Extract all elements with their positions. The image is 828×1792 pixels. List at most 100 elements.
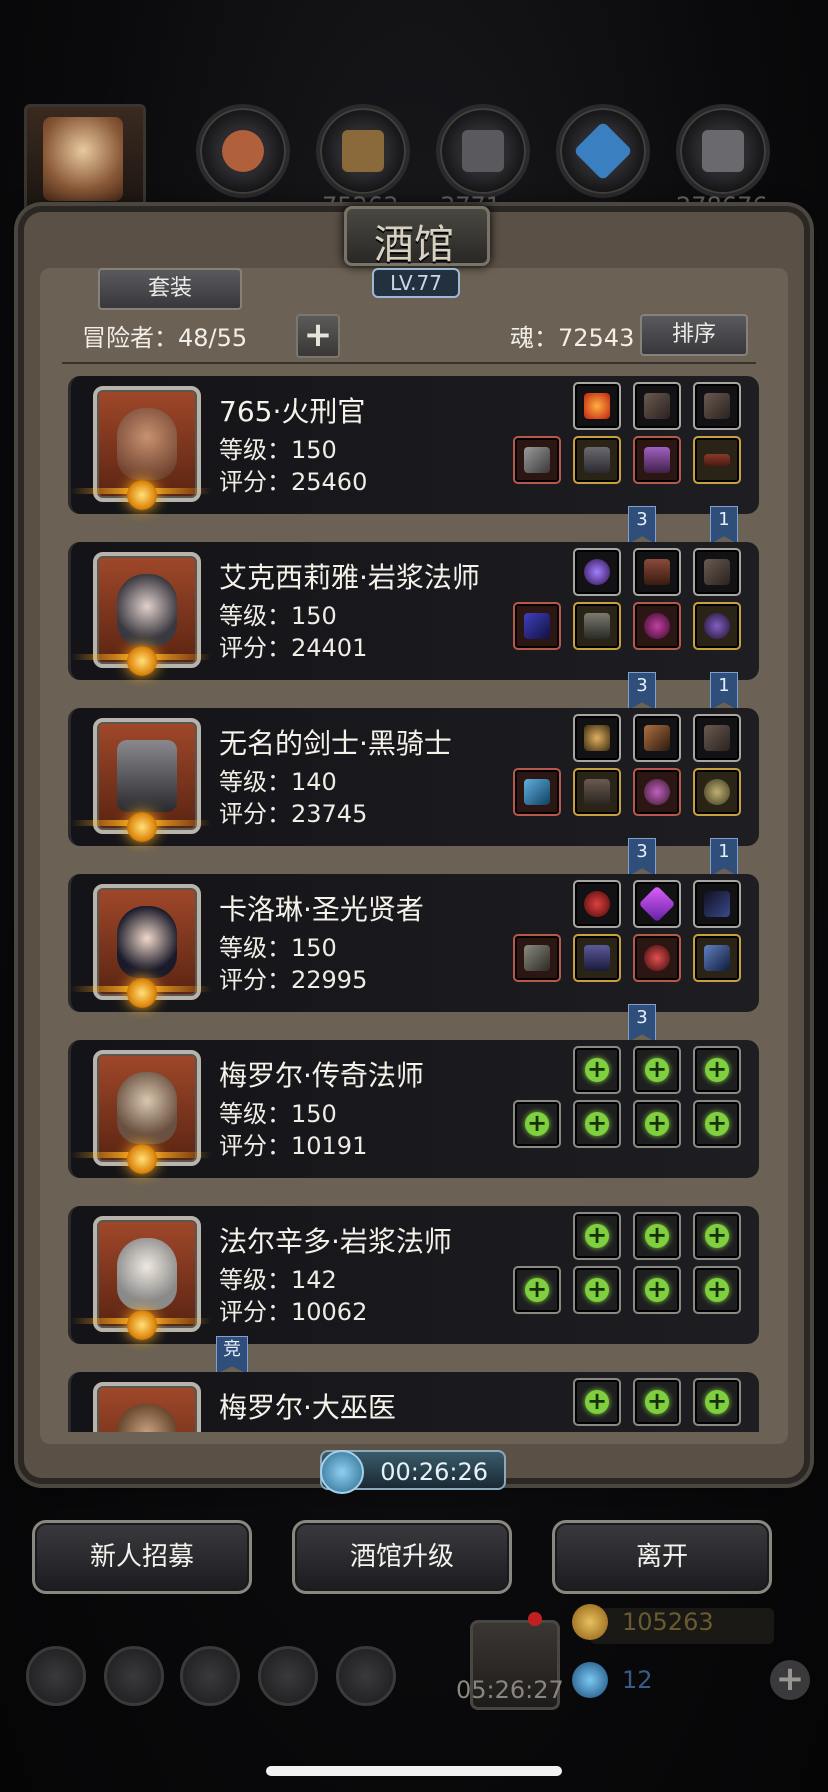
purple-orb-icon xyxy=(584,559,610,585)
empty-equip-slot[interactable] xyxy=(693,1266,741,1314)
equip-slot-armor-icon[interactable] xyxy=(573,436,621,484)
leave-button[interactable]: 离开 xyxy=(552,1520,772,1594)
add-equip-icon xyxy=(645,1221,669,1249)
empty-equip-slot[interactable] xyxy=(693,1100,741,1148)
hero-card[interactable]: 艾克西莉雅·岩浆法师 等级：150 评分：24401 xyxy=(68,542,759,680)
hero-face xyxy=(117,740,177,812)
equip-slot-axe-icon[interactable] xyxy=(513,436,561,484)
empty-equip-slot[interactable] xyxy=(633,1266,681,1314)
add-adventurer-button[interactable]: + xyxy=(296,314,340,358)
hero-level: 等级：150 xyxy=(219,1100,337,1128)
equip-slot-bow-icon[interactable] xyxy=(693,880,741,928)
shield-icon xyxy=(704,779,730,805)
pendant-icon xyxy=(704,613,730,639)
hero-name: 梅罗尔·传奇法师 xyxy=(219,1059,424,1092)
resource-wood-icon[interactable] xyxy=(316,104,410,198)
add-currency-button[interactable]: + xyxy=(770,1660,810,1700)
hero-face xyxy=(117,906,177,978)
equip-slot-feather-icon[interactable] xyxy=(693,382,741,430)
equip-slot-feather-icon[interactable] xyxy=(693,548,741,596)
equip-slot-amulet-icon[interactable] xyxy=(633,768,681,816)
home-indicator[interactable] xyxy=(266,1766,562,1776)
notification-dot xyxy=(528,1612,542,1626)
upgrade-tavern-button[interactable]: 酒馆升级 xyxy=(292,1520,512,1594)
empty-equip-slot[interactable] xyxy=(693,1046,741,1094)
feather-icon xyxy=(644,393,670,419)
hero-score: 评分：24401 xyxy=(219,634,368,662)
codex-icon[interactable] xyxy=(180,1646,240,1706)
add-equip-icon xyxy=(705,1387,729,1415)
rank-emblem-icon xyxy=(127,1310,157,1340)
hero-card[interactable]: 法尔辛多·岩浆法师 等级：142 评分：10062 xyxy=(68,1206,759,1344)
sort-button[interactable]: 排序 xyxy=(640,314,748,356)
equip-slot-spear-icon[interactable] xyxy=(633,714,681,762)
empty-equip-slot[interactable] xyxy=(693,1378,741,1426)
empty-equip-slot[interactable] xyxy=(573,1100,621,1148)
equip-slot-shield-icon[interactable] xyxy=(693,768,741,816)
empty-equip-slot[interactable] xyxy=(513,1100,561,1148)
equip-slot-gauntlet-icon[interactable] xyxy=(633,548,681,596)
hero-card[interactable]: 卡洛琳·圣光贤者 等级：150 评分：22995 xyxy=(68,874,759,1012)
equip-slot-feather-icon[interactable] xyxy=(693,714,741,762)
empty-equip-slot[interactable] xyxy=(633,1046,681,1094)
equip-slot-fire-orb-icon[interactable] xyxy=(573,382,621,430)
rank-emblem-icon xyxy=(127,480,157,510)
equip-slot-hood-icon[interactable] xyxy=(633,436,681,484)
empty-equip-slot[interactable] xyxy=(573,1378,621,1426)
set-button[interactable]: 套装 xyxy=(98,268,242,310)
potion-icon xyxy=(584,891,610,917)
hero-score: 评分：23745 xyxy=(219,800,368,828)
hero-card[interactable]: 梅罗尔·传奇法师 等级：150 评分：10191 xyxy=(68,1040,759,1178)
empty-equip-slot[interactable] xyxy=(573,1212,621,1260)
resource-crystal-icon[interactable] xyxy=(556,104,650,198)
equip-slot-potion-icon[interactable] xyxy=(573,880,621,928)
hero-card[interactable]: 无名的剑士·黑骑士 等级：140 评分：23745 xyxy=(68,708,759,846)
empty-equip-slot[interactable] xyxy=(633,1212,681,1260)
add-equip-icon xyxy=(705,1275,729,1303)
equip-slot-gem-icon[interactable] xyxy=(633,880,681,928)
equip-slot-chest-icon[interactable] xyxy=(573,768,621,816)
hero-card[interactable]: 765·火刑官 等级：150 评分：25460 xyxy=(68,376,759,514)
equip-slot-feather-icon[interactable] xyxy=(633,382,681,430)
meat-icon xyxy=(222,130,264,172)
resource-meat-icon[interactable] xyxy=(196,104,290,198)
equip-slot-amulet-icon[interactable] xyxy=(633,602,681,650)
recruit-button[interactable]: 新人招募 xyxy=(32,1520,252,1594)
equip-slot-belt-icon[interactable] xyxy=(693,436,741,484)
settings-gear-icon[interactable] xyxy=(26,1646,86,1706)
hero-list[interactable]: 765·火刑官 等级：150 评分：25460 3 1 艾克西莉雅·岩浆法师 等… xyxy=(40,366,788,1432)
equip-slot-orb-icon[interactable] xyxy=(573,548,621,596)
map-icon[interactable] xyxy=(336,1646,396,1706)
equip-slot-pendant-icon[interactable] xyxy=(693,602,741,650)
rank-flag: 3 xyxy=(628,838,656,876)
achievement-icon[interactable] xyxy=(104,1646,164,1706)
arena-flag: 竞 xyxy=(216,1336,248,1374)
equip-slot-robe-icon[interactable] xyxy=(573,934,621,982)
empty-equip-slot[interactable] xyxy=(633,1378,681,1426)
empty-equip-slot[interactable] xyxy=(633,1100,681,1148)
wood-icon xyxy=(342,130,384,172)
equip-slot-mace-icon[interactable] xyxy=(513,934,561,982)
hero-card[interactable]: 梅罗尔·大巫医 xyxy=(68,1372,759,1432)
amulet-icon xyxy=(644,945,670,971)
rank-flag: 3 xyxy=(628,506,656,544)
empty-equip-slot[interactable] xyxy=(573,1266,621,1314)
equip-slot-wand-icon[interactable] xyxy=(693,934,741,982)
gift-timer: 05:26:27 xyxy=(456,1676,564,1704)
hero-level: 等级：150 xyxy=(219,934,337,962)
mail-icon[interactable] xyxy=(258,1646,318,1706)
equip-slot-helm-icon[interactable] xyxy=(573,714,621,762)
add-equip-icon xyxy=(525,1275,549,1303)
empty-equip-slot[interactable] xyxy=(693,1212,741,1260)
staff-icon xyxy=(524,613,550,639)
empty-equip-slot[interactable] xyxy=(513,1266,561,1314)
resource-stone-icon[interactable] xyxy=(676,104,770,198)
equip-slot-armor-icon[interactable] xyxy=(573,602,621,650)
resource-iron-icon[interactable] xyxy=(436,104,530,198)
equip-slot-staff-icon[interactable] xyxy=(513,602,561,650)
player-avatar[interactable] xyxy=(24,104,146,218)
equip-slot-sword-icon[interactable] xyxy=(513,768,561,816)
empty-equip-slot[interactable] xyxy=(573,1046,621,1094)
equip-slot-amulet-icon[interactable] xyxy=(633,934,681,982)
belt-icon xyxy=(704,454,730,466)
